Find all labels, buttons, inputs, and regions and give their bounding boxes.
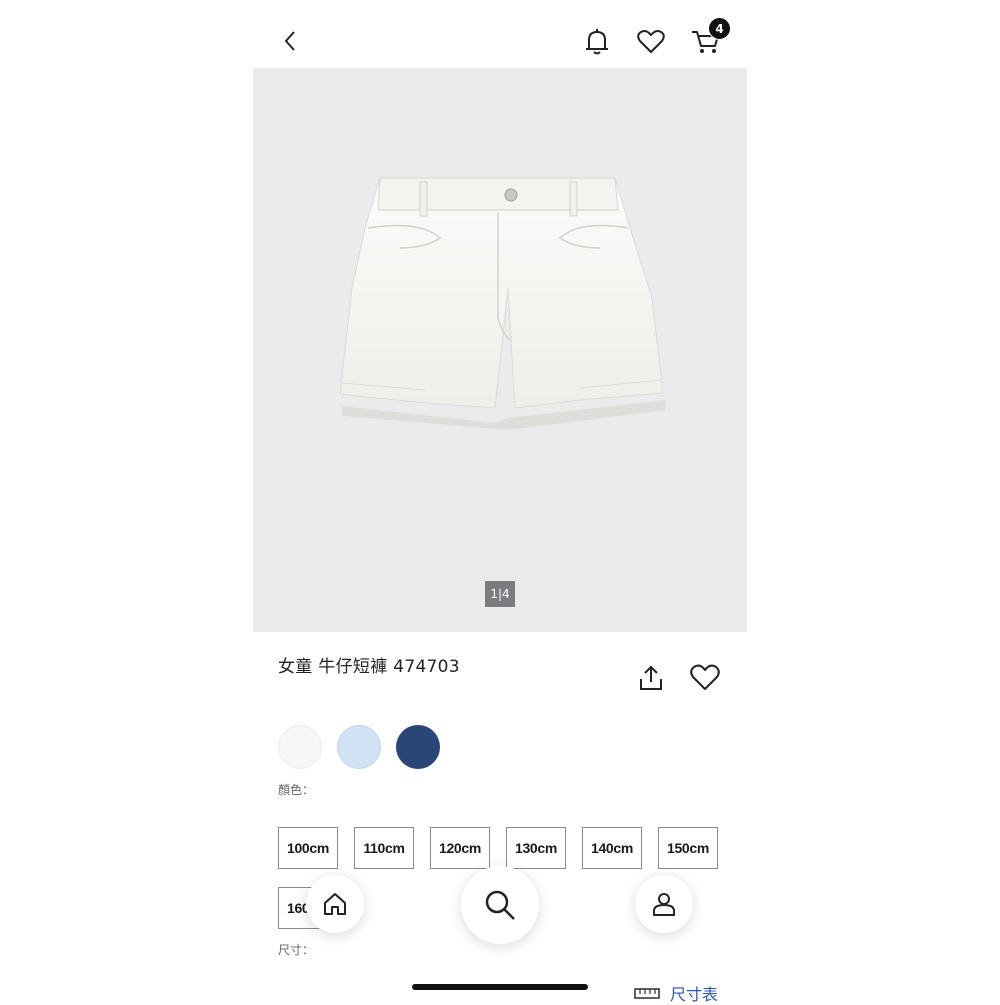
back-button[interactable]: [278, 28, 304, 54]
heart-icon: [689, 663, 721, 693]
color-swatch-light-blue[interactable]: [337, 725, 381, 769]
size-option-110cm[interactable]: 110cm: [354, 827, 414, 869]
image-pager: 1|4: [485, 581, 515, 607]
size-option-100cm[interactable]: 100cm: [278, 827, 338, 869]
shorts-image: [330, 168, 670, 438]
size-option-130cm[interactable]: 130cm: [506, 827, 566, 869]
heart-icon: [636, 28, 666, 56]
home-button[interactable]: [306, 875, 364, 933]
search-icon: [483, 888, 517, 922]
product-wishlist-button[interactable]: [689, 663, 721, 693]
share-icon: [638, 664, 664, 692]
size-option-150cm[interactable]: 150cm: [658, 827, 718, 869]
product-title: 女童 牛仔短褲 474703: [278, 657, 460, 677]
home-indicator-bar: [412, 984, 588, 990]
chevron-left-icon: [278, 28, 304, 54]
color-swatch-white[interactable]: [278, 725, 322, 769]
bell-icon: [583, 27, 611, 57]
size-option-140cm[interactable]: 140cm: [582, 827, 642, 869]
size-label: 尺寸：: [278, 943, 315, 957]
home-icon: [322, 891, 348, 917]
size-option-120cm[interactable]: 120cm: [430, 827, 490, 869]
cart-count-badge: 4: [708, 17, 731, 40]
size-chart-link[interactable]: 尺寸表: [634, 981, 718, 1005]
search-button[interactable]: [461, 866, 539, 944]
account-button[interactable]: [635, 875, 693, 933]
color-swatch-navy[interactable]: [396, 725, 440, 769]
ruler-icon: [634, 986, 660, 1000]
size-chart-label: 尺寸表: [670, 985, 719, 1004]
user-icon: [651, 891, 677, 917]
wishlist-button[interactable]: [636, 28, 666, 56]
notification-button[interactable]: [583, 27, 611, 57]
color-label: 顏色：: [278, 783, 315, 797]
share-button[interactable]: [638, 664, 664, 692]
